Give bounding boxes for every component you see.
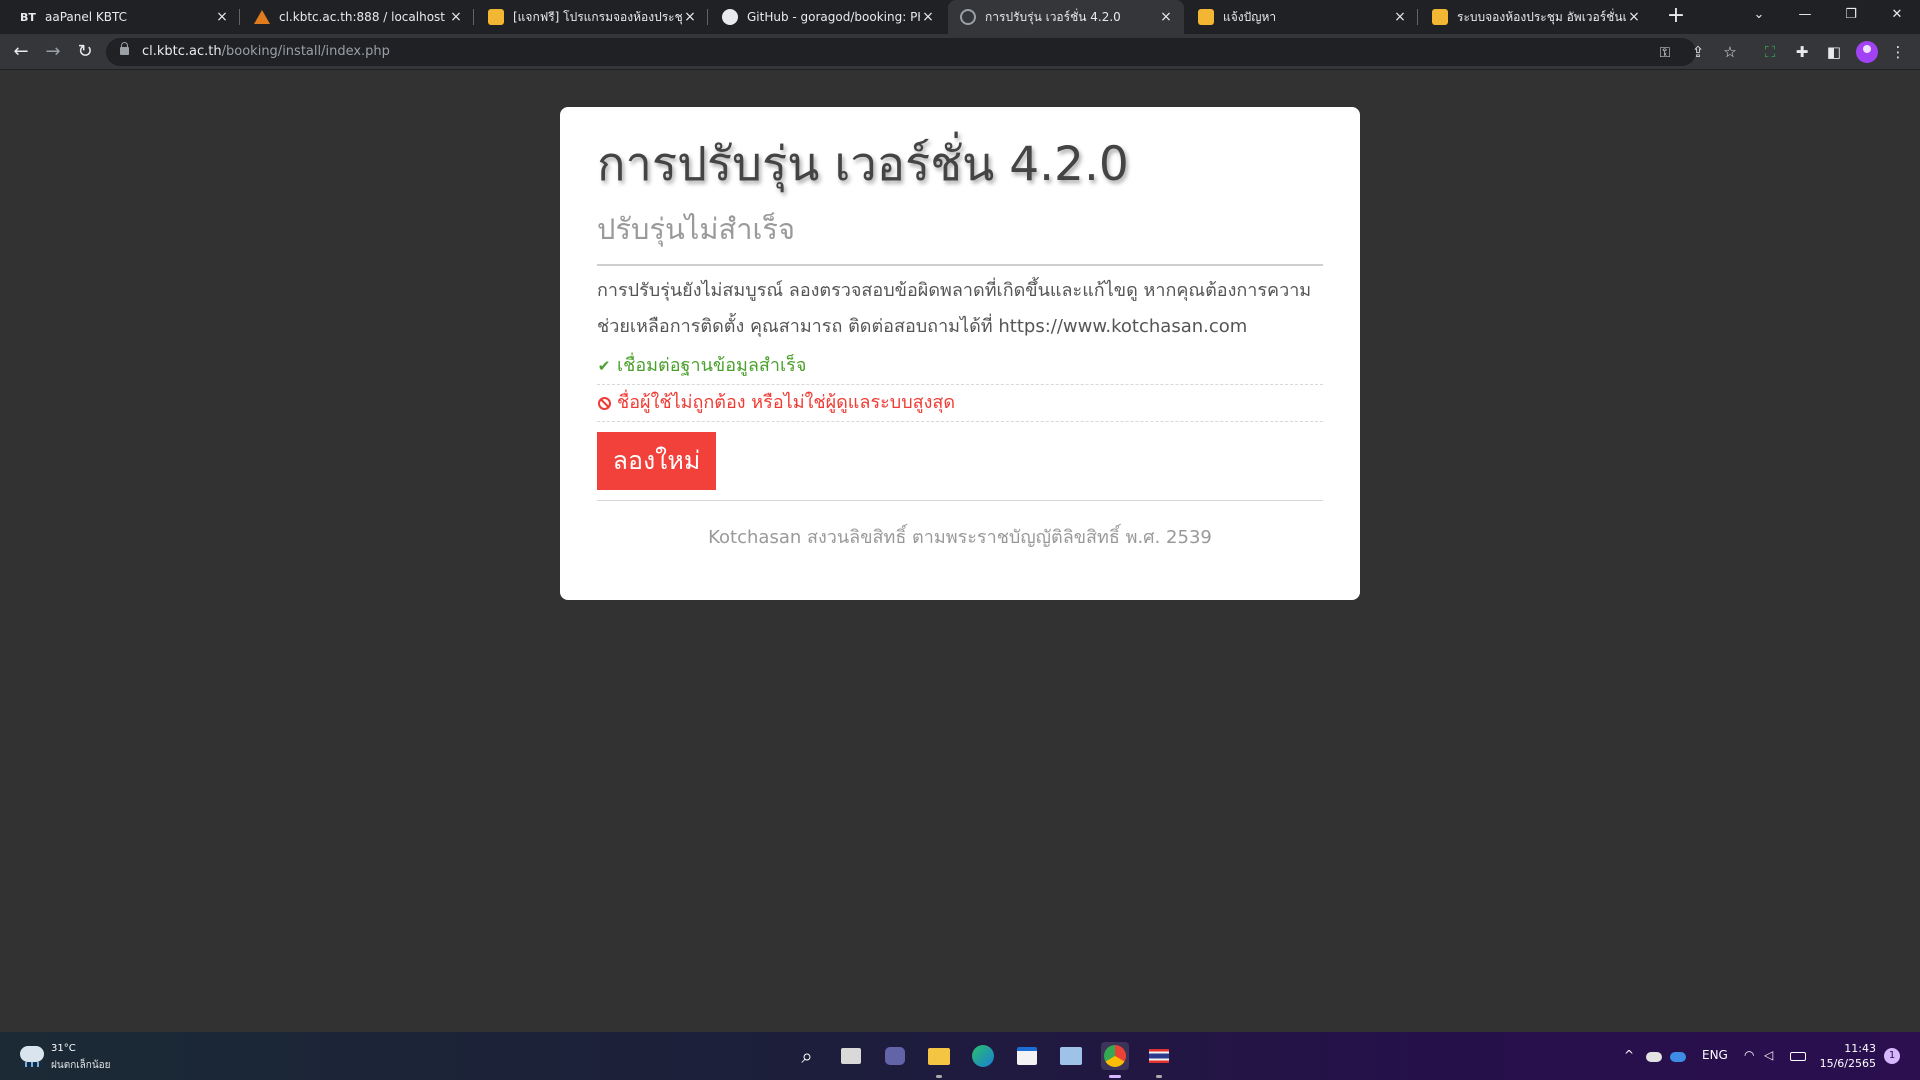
tab-title: การปรับรุ่น เวอร์ชั่น 4.2.0	[985, 9, 1121, 24]
file-explorer-icon[interactable]	[925, 1042, 953, 1070]
kotchasan-icon	[1198, 9, 1214, 25]
system-clock[interactable]: 11:43 15/6/2565	[1810, 1041, 1876, 1071]
bt-icon: BT	[20, 10, 36, 24]
page-subtitle: ปรับรุ่นไม่สำเร็จ	[597, 211, 1323, 266]
globe-icon	[960, 9, 976, 25]
browser-menu-icon[interactable]: ⋮	[1888, 42, 1908, 62]
bookmark-star-icon[interactable]: ☆	[1720, 42, 1740, 62]
edge-icon[interactable]	[969, 1042, 997, 1070]
restore-button[interactable]: ❐	[1828, 0, 1874, 34]
tab-phpmyadmin[interactable]: cl.kbtc.ac.th:888 / localhost / bo ×	[242, 0, 474, 34]
tab-close-icon[interactable]: ×	[214, 9, 230, 25]
search-icon[interactable]: ⌕	[793, 1042, 821, 1070]
page-title: การปรับรุ่น เวอร์ชั่น 4.2.0	[597, 137, 1129, 192]
start-icon[interactable]	[749, 1043, 775, 1069]
tab-upgrade-active[interactable]: การปรับรุ่น เวอร์ชั่น 4.2.0 ×	[948, 0, 1184, 34]
task-view-icon[interactable]	[837, 1042, 865, 1070]
rain-cloud-icon[interactable]	[20, 1046, 44, 1067]
tab-aapanel[interactable]: BT aaPanel KBTC ×	[8, 0, 240, 34]
tab-title: แจ้งปัญหา	[1223, 9, 1277, 24]
reload-button[interactable]: ↻	[73, 40, 97, 64]
minimize-button[interactable]: —	[1782, 0, 1828, 34]
speaker-icon[interactable]: ◁	[1764, 1048, 1773, 1062]
weather-temperature[interactable]: 31°C	[51, 1043, 76, 1054]
tab-divider	[239, 9, 240, 25]
notification-badge[interactable]: 1	[1884, 1048, 1900, 1064]
tab-title: GitHub - goragod/booking: PHP	[747, 10, 920, 24]
store-icon[interactable]	[1013, 1042, 1041, 1070]
tab-report-problem[interactable]: แจ้งปัญหา ×	[1186, 0, 1418, 34]
tab-title: cl.kbtc.ac.th:888 / localhost / bo	[279, 10, 448, 24]
onedrive-business-icon[interactable]	[1670, 1052, 1686, 1062]
chrome-icon[interactable]	[1101, 1042, 1129, 1070]
profile-avatar[interactable]	[1856, 41, 1878, 63]
browser-tab-strip: BT aaPanel KBTC × cl.kbtc.ac.th:888 / lo…	[0, 0, 1920, 34]
battery-icon[interactable]	[1790, 1052, 1806, 1061]
running-indicator	[936, 1075, 942, 1078]
language-indicator[interactable]: ENG	[1702, 1048, 1728, 1062]
share-icon[interactable]: ⇪	[1688, 42, 1708, 62]
upgrade-card: การปรับรุ่น เวอร์ชั่น 4.2.0 ปรับรุ่นไม่ส…	[560, 107, 1360, 600]
divider	[597, 500, 1323, 501]
kotchasan-icon	[488, 9, 504, 25]
clock-date: 15/6/2565	[1819, 1057, 1876, 1070]
back-button[interactable]: ←	[9, 40, 33, 64]
extensions-icon[interactable]: ✚	[1792, 42, 1812, 62]
tab-close-icon[interactable]: ×	[682, 9, 698, 25]
teams-icon[interactable]	[881, 1042, 909, 1070]
ban-icon	[598, 396, 611, 410]
weather-condition[interactable]: ฝนตกเล็กน้อย	[51, 1058, 111, 1073]
tab-close-icon[interactable]: ×	[1626, 9, 1642, 25]
new-tab-button[interactable]: +	[1662, 2, 1690, 30]
url-path: /booking/install/index.php	[221, 44, 390, 59]
tab-title: [แจกฟรี] โปรแกรมจองห้องประชุม ออ	[513, 9, 682, 24]
lock-icon[interactable]	[120, 42, 129, 55]
address-bar[interactable]: cl.kbtc.ac.th/booking/install/index.php …	[106, 38, 1696, 66]
status-success: ✔ เชื่อมต่อฐานข้อมูลสำเร็จ	[597, 348, 1323, 385]
description-text: การปรับรุ่นยังไม่สมบูรณ์ ลองตรวจสอบข้อผิ…	[597, 280, 1312, 337]
retry-button[interactable]: ลองใหม่	[597, 432, 716, 490]
tab-close-icon[interactable]: ×	[1158, 9, 1174, 25]
browser-toolbar: ← → ↻ cl.kbtc.ac.th/booking/install/inde…	[0, 34, 1920, 70]
tab-close-icon[interactable]: ×	[1392, 9, 1408, 25]
url-host: cl.kbtc.ac.th	[142, 44, 222, 59]
kotchasan-icon	[1432, 9, 1448, 25]
tab-divider	[1417, 9, 1418, 25]
onedrive-cloud-icon[interactable]	[1646, 1052, 1662, 1062]
clock-time: 11:43	[1844, 1042, 1876, 1055]
screen-capture-icon[interactable]: ⛶	[1760, 42, 1780, 62]
tab-booking-upgraded[interactable]: ระบบจองห้องประชุม อัพเวอร์ชั่นแล้วแ ×	[1420, 0, 1652, 34]
running-indicator	[1156, 1075, 1162, 1078]
tab-divider	[473, 9, 474, 25]
status-message: ชื่อผู้ใช้ไม่ถูกต้อง หรือไม่ใช่ผู้ดูแลระ…	[617, 392, 956, 413]
windows-taskbar: 31°C ฝนตกเล็กน้อย ⌕ ^ ENG ◠ ◁ 11:43 15/6…	[0, 1032, 1920, 1080]
github-icon	[722, 9, 738, 25]
phpmyadmin-icon	[254, 10, 270, 24]
tab-divider	[707, 9, 708, 25]
side-panel-icon[interactable]: ◧	[1824, 42, 1844, 62]
tab-github[interactable]: GitHub - goragod/booking: PHP ×	[710, 0, 946, 34]
check-icon: ✔	[597, 357, 611, 375]
tab-close-icon[interactable]: ×	[448, 9, 464, 25]
key-icon[interactable]: ⚿	[1656, 44, 1674, 62]
copyright-footer: Kotchasan สงวนลิขสิทธิ์ ตามพระราชบัญญัติ…	[708, 527, 1212, 548]
thai-flag-app-icon[interactable]	[1145, 1042, 1173, 1070]
tab-close-icon[interactable]: ×	[920, 9, 936, 25]
tab-search-icon[interactable]: ⌄	[1736, 0, 1782, 34]
status-message: เชื่อมต่อฐานข้อมูลสำเร็จ	[617, 355, 807, 376]
close-window-button[interactable]: ✕	[1874, 0, 1920, 34]
tray-chevron-icon[interactable]: ^	[1624, 1048, 1634, 1062]
tab-title: ระบบจองห้องประชุม อัพเวอร์ชั่นแล้วแ	[1457, 9, 1626, 24]
active-indicator	[1109, 1075, 1121, 1078]
forward-button[interactable]: →	[41, 40, 65, 64]
tab-free-booking[interactable]: [แจกฟรี] โปรแกรมจองห้องประชุม ออ ×	[476, 0, 708, 34]
monitor-app-icon[interactable]	[1057, 1042, 1085, 1070]
tab-title: aaPanel KBTC	[45, 10, 128, 24]
url-text[interactable]: cl.kbtc.ac.th/booking/install/index.php	[142, 44, 390, 59]
wifi-icon[interactable]: ◠	[1744, 1048, 1754, 1062]
status-error: ชื่อผู้ใช้ไม่ถูกต้อง หรือไม่ใช่ผู้ดูแลระ…	[597, 385, 1323, 422]
